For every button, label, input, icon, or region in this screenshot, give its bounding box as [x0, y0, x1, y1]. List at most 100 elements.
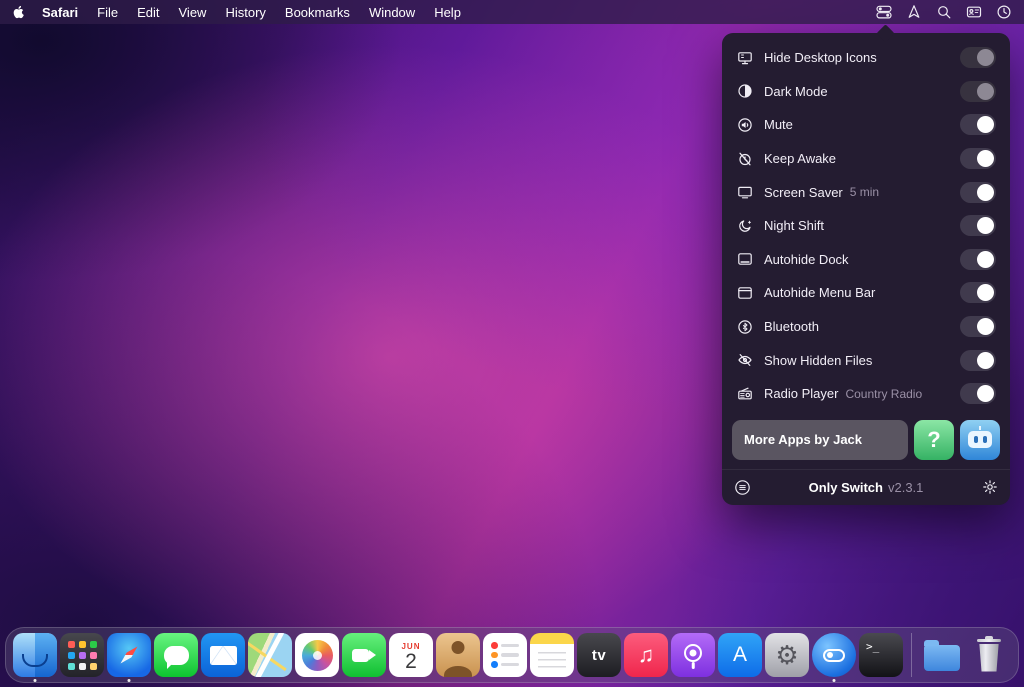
running-indicator-dot — [128, 679, 131, 682]
toggle-knob — [977, 116, 994, 133]
dock: JUN2 tv♫ A⚙ >_ — [5, 627, 1019, 683]
toggle-show-hidden-files[interactable] — [960, 350, 996, 371]
desktop: Safari File Edit View History Bookmarks Windo… — [0, 0, 1024, 687]
toggle-radio-player[interactable] — [960, 383, 996, 404]
photos-dock-icon[interactable] — [295, 633, 339, 677]
menu-view[interactable]: View — [179, 5, 207, 20]
more-apps-row: More Apps by Jack ? — [722, 411, 1010, 467]
finder-dock-icon[interactable] — [13, 633, 57, 677]
paper-plane-icon[interactable] — [906, 4, 922, 20]
switch-row-keep-awake: Keep Awake — [722, 142, 1010, 176]
menu-list-icon[interactable] — [734, 479, 751, 496]
panel-footer: Only Switchv2.3.1 — [722, 469, 1010, 505]
notes-dock-icon[interactable] — [530, 633, 574, 677]
menu-window[interactable]: Window — [369, 5, 415, 20]
toggle-knob — [977, 150, 994, 167]
menu-help[interactable]: Help — [434, 5, 461, 20]
switch-row-night-shift: Night Shift — [722, 209, 1010, 243]
switch-row-dark-mode: Dark Mode — [722, 75, 1010, 109]
switch-label: Show Hidden Files — [764, 353, 872, 368]
user-card-icon[interactable] — [966, 4, 982, 20]
settings-gear-icon[interactable] — [982, 479, 998, 495]
switch-row-screen-saver: Screen Saver 5 min — [722, 175, 1010, 209]
more-apps-button[interactable]: More Apps by Jack — [732, 420, 908, 460]
apple-menu-icon[interactable] — [12, 5, 26, 19]
terminal-dock-icon[interactable]: >_ — [859, 633, 903, 677]
toggle-bluetooth[interactable] — [960, 316, 996, 337]
question-app-icon[interactable]: ? — [914, 420, 954, 460]
calendar-dock-icon[interactable]: JUN2 — [389, 633, 433, 677]
spotlight-icon[interactable] — [936, 4, 952, 20]
desktop-icon — [736, 50, 754, 66]
autohide-menubar-icon — [736, 285, 754, 301]
system-preferences-dock-icon[interactable]: ⚙ — [765, 633, 809, 677]
onlyswitch-panel: Hide Desktop IconsDark ModeMuteKeep Awak… — [722, 33, 1010, 505]
menu-history[interactable]: History — [225, 5, 265, 20]
app-name: Only Switch — [809, 480, 883, 495]
switch-detail: 5 min — [850, 185, 879, 199]
trash-dock-icon[interactable] — [967, 633, 1011, 677]
toggle-knob — [977, 49, 994, 66]
toggle-knob — [977, 217, 994, 234]
facetime-dock-icon[interactable] — [342, 633, 386, 677]
switch-label: Keep Awake — [764, 151, 836, 166]
toggle-mute[interactable] — [960, 114, 996, 135]
screen-saver-icon — [736, 184, 754, 200]
switch-row-autohide-dock: Autohide Dock — [722, 243, 1010, 277]
mail-dock-icon[interactable] — [201, 633, 245, 677]
launchpad-dock-icon[interactable] — [60, 633, 104, 677]
switch-label: Radio Player — [764, 386, 838, 401]
toggle-dark-mode[interactable] — [960, 81, 996, 102]
downloads-dock-icon[interactable] — [920, 633, 964, 677]
switch-detail: Country Radio — [845, 387, 922, 401]
dock-separator — [911, 633, 912, 677]
toggle-knob — [977, 318, 994, 335]
active-app-name[interactable]: Safari — [42, 5, 78, 20]
maps-dock-icon[interactable] — [248, 633, 292, 677]
menu-items: File Edit View History Bookmarks Window Help — [97, 5, 480, 20]
switch-row-autohide-menu-bar: Autohide Menu Bar — [722, 276, 1010, 310]
radio-icon — [736, 386, 754, 402]
switch-label: Screen Saver — [764, 185, 843, 200]
switch-row-radio-player: Radio Player Country Radio — [722, 377, 1010, 411]
clock-icon[interactable] — [996, 4, 1012, 20]
toggle-knob — [977, 352, 994, 369]
toggle-autohide-dock[interactable] — [960, 249, 996, 270]
switches-icon[interactable] — [876, 4, 892, 20]
hidden-files-icon — [736, 352, 754, 368]
appstore-dock-icon[interactable]: A — [718, 633, 762, 677]
podcasts-dock-icon[interactable] — [671, 633, 715, 677]
menu-bookmarks[interactable]: Bookmarks — [285, 5, 350, 20]
toggle-autohide-menu-bar[interactable] — [960, 282, 996, 303]
messages-dock-icon[interactable] — [154, 633, 198, 677]
switch-label: Hide Desktop Icons — [764, 50, 877, 65]
safari-dock-icon[interactable] — [107, 633, 151, 677]
toggle-night-shift[interactable] — [960, 215, 996, 236]
switch-label: Autohide Menu Bar — [764, 285, 875, 300]
contacts-dock-icon[interactable] — [436, 633, 480, 677]
autohide-dock-icon — [736, 251, 754, 267]
appletv-dock-icon[interactable]: tv — [577, 633, 621, 677]
toggle-screen-saver[interactable] — [960, 182, 996, 203]
keep-awake-icon — [736, 151, 754, 167]
mute-icon — [736, 117, 754, 133]
app-title: Only Switchv2.3.1 — [722, 480, 1010, 495]
toggle-keep-awake[interactable] — [960, 148, 996, 169]
menu-edit[interactable]: Edit — [137, 5, 159, 20]
switch-row-show-hidden-files: Show Hidden Files — [722, 343, 1010, 377]
running-indicator-dot — [34, 679, 37, 682]
toggle-knob — [977, 83, 994, 100]
switch-label: Night Shift — [764, 218, 824, 233]
onlyswitch-dock-icon[interactable] — [812, 633, 856, 677]
toggle-hide-desktop-icons[interactable] — [960, 47, 996, 68]
robot-app-icon[interactable] — [960, 420, 1000, 460]
menu-file[interactable]: File — [97, 5, 118, 20]
question-glyph: ? — [927, 427, 940, 453]
music-dock-icon[interactable]: ♫ — [624, 633, 668, 677]
switch-row-hide-desktop-icons: Hide Desktop Icons — [722, 41, 1010, 75]
menu-bar: Safari File Edit View History Bookmarks Windo… — [0, 0, 1024, 24]
toggle-knob — [977, 184, 994, 201]
reminders-dock-icon[interactable] — [483, 633, 527, 677]
menu-bar-status-icons — [876, 4, 1012, 20]
toggle-knob — [977, 251, 994, 268]
